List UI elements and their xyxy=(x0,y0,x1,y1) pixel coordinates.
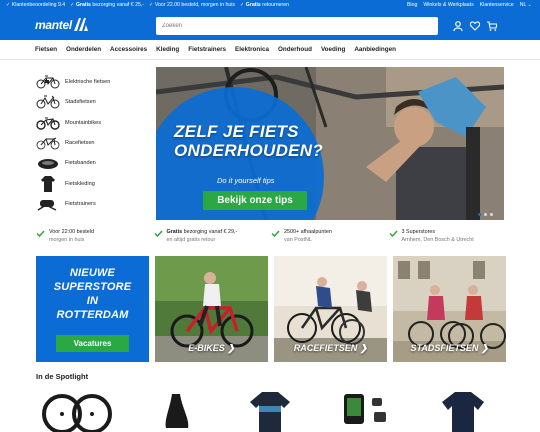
wishlist-icon[interactable] xyxy=(470,21,480,31)
category-item-mountainbikes[interactable]: Mountainbikes xyxy=(36,113,146,133)
hero-banner[interactable]: ZELF JE FIETS ONDERHOUDEN? Do it yoursel… xyxy=(156,67,504,220)
logo[interactable]: mantel xyxy=(35,18,72,32)
tile-stadsfietsen[interactable]: STADSFIETSEN ❯ xyxy=(393,256,506,362)
mountainbike-icon xyxy=(36,115,60,131)
check-icon xyxy=(271,230,280,237)
usp-item: Voor 22:00 besteld morgen in huis xyxy=(36,229,154,244)
search-input[interactable] xyxy=(156,17,438,35)
racebike-icon xyxy=(36,135,60,151)
hero-cta-button[interactable]: Bekijk onze tips xyxy=(203,191,307,210)
usp-next-day: ✓ Voor 22.00 besteld, morgen in huis xyxy=(149,2,235,8)
bike-computer-icon[interactable] xyxy=(342,388,390,432)
carousel-dot[interactable] xyxy=(490,213,493,216)
wheelset-icon[interactable] xyxy=(42,388,114,432)
customer-service-link[interactable]: Klantenservice xyxy=(480,2,514,8)
nav-item-onderhoud[interactable]: Onderhoud xyxy=(278,46,312,53)
nav-item-aanbiedingen[interactable]: Aanbiedingen xyxy=(354,46,396,53)
tire-icon xyxy=(36,155,60,171)
tile-racefietsen[interactable]: RACEFIETSEN ❯ xyxy=(274,256,387,362)
superstore-promo-tile[interactable]: NIEUWE SUPERSTORE IN ROTTERDAM Vacatures xyxy=(36,256,149,362)
usp-free-returns: ✓ Gratis retourneren xyxy=(240,2,290,8)
usp-rating: ✓ Klantenbeoordeling 9.4 xyxy=(6,2,66,8)
nav-item-onderdelen[interactable]: Onderdelen xyxy=(66,46,101,53)
category-item-stadsfietsen[interactable]: Stadsfietsen xyxy=(36,92,146,112)
chevron-down-icon: ⌄ xyxy=(527,2,532,8)
tile-label: RACEFIETSEN ❯ xyxy=(293,343,368,353)
main-nav: Fietsen Onderdelen Accessoires Kleding F… xyxy=(0,40,540,60)
usp-free-shipping: ✓ Gratis bezorging vanaf € 25,- xyxy=(70,2,145,8)
check-icon xyxy=(36,230,45,237)
check-icon xyxy=(153,230,163,237)
nav-item-accessoires[interactable]: Accessoires xyxy=(110,46,147,53)
account-icon[interactable] xyxy=(453,21,463,31)
nav-item-kleding[interactable]: Kleding xyxy=(156,46,179,53)
language-selector[interactable]: NL ⌄ xyxy=(520,2,532,8)
category-item-fietsbanden[interactable]: Fietsbanden xyxy=(36,153,146,173)
saddle-icon[interactable] xyxy=(160,388,194,432)
jersey-icon[interactable] xyxy=(248,388,292,432)
nav-item-fietsen[interactable]: Fietsen xyxy=(35,46,57,53)
check-icon xyxy=(388,230,398,237)
spotlight-title: In de Spotlight xyxy=(36,372,89,381)
category-item-racefietsen[interactable]: Racefietsen xyxy=(36,133,146,153)
promo-title: NIEUWE SUPERSTORE IN ROTTERDAM xyxy=(53,267,132,321)
carousel-dot[interactable] xyxy=(484,213,487,216)
hero-subtitle: Do it yourself tips xyxy=(217,176,275,185)
usp-item: 3 Superstores Arnhem, Den Bosch & Utrecht xyxy=(388,229,507,244)
carousel-dot[interactable] xyxy=(478,213,481,216)
usp-item: Gratis bezorging vanaf € 29,- en altijd g… xyxy=(153,229,272,244)
nav-item-fietstrainers[interactable]: Fietstrainers xyxy=(188,46,226,53)
cart-icon[interactable] xyxy=(487,21,497,31)
nav-item-voeding[interactable]: Voeding xyxy=(321,46,345,53)
carousel-dots xyxy=(478,213,493,216)
jersey-icon xyxy=(36,175,60,192)
ebike-icon xyxy=(36,74,60,90)
tile-label: STADSFIETSEN ❯ xyxy=(410,343,489,353)
trainer-icon xyxy=(36,196,60,212)
citybike-icon xyxy=(36,94,60,110)
promo-tiles: NIEUWE SUPERSTORE IN ROTTERDAM Vacatures… xyxy=(36,256,506,362)
top-usp-bar: ✓ Klantenbeoordeling 9.4 ✓ Gratis bezorg… xyxy=(0,0,540,10)
category-item-fietskleding[interactable]: Fietskleding xyxy=(36,173,146,193)
vacatures-button[interactable]: Vacatures xyxy=(56,335,129,352)
header: mantel xyxy=(0,10,540,40)
hero-title: ZELF JE FIETS ONDERHOUDEN? xyxy=(174,122,324,160)
category-item-fietstrainers[interactable]: Fietstrainers xyxy=(36,194,146,214)
category-item-ebikes[interactable]: Elektrische fietsen xyxy=(36,72,146,92)
usp-item: 2500+ afhaalpunten van PostNL xyxy=(271,229,389,244)
tile-ebikes[interactable]: E-BIKES ❯ xyxy=(155,256,268,362)
jacket-icon[interactable] xyxy=(440,388,486,432)
nav-item-elektronica[interactable]: Elektronica xyxy=(235,46,269,53)
stores-link[interactable]: Winkels & Werkplaats xyxy=(423,2,473,8)
category-list: Elektrische fietsen Stadsfietsen Mountai… xyxy=(36,72,146,214)
logo-mark-icon xyxy=(74,18,88,31)
tile-label: E-BIKES ❯ xyxy=(188,343,235,353)
blog-link[interactable]: Blog xyxy=(407,2,417,8)
usp-row: Voor 22:00 besteld morgen in huis Gratis … xyxy=(36,229,506,244)
